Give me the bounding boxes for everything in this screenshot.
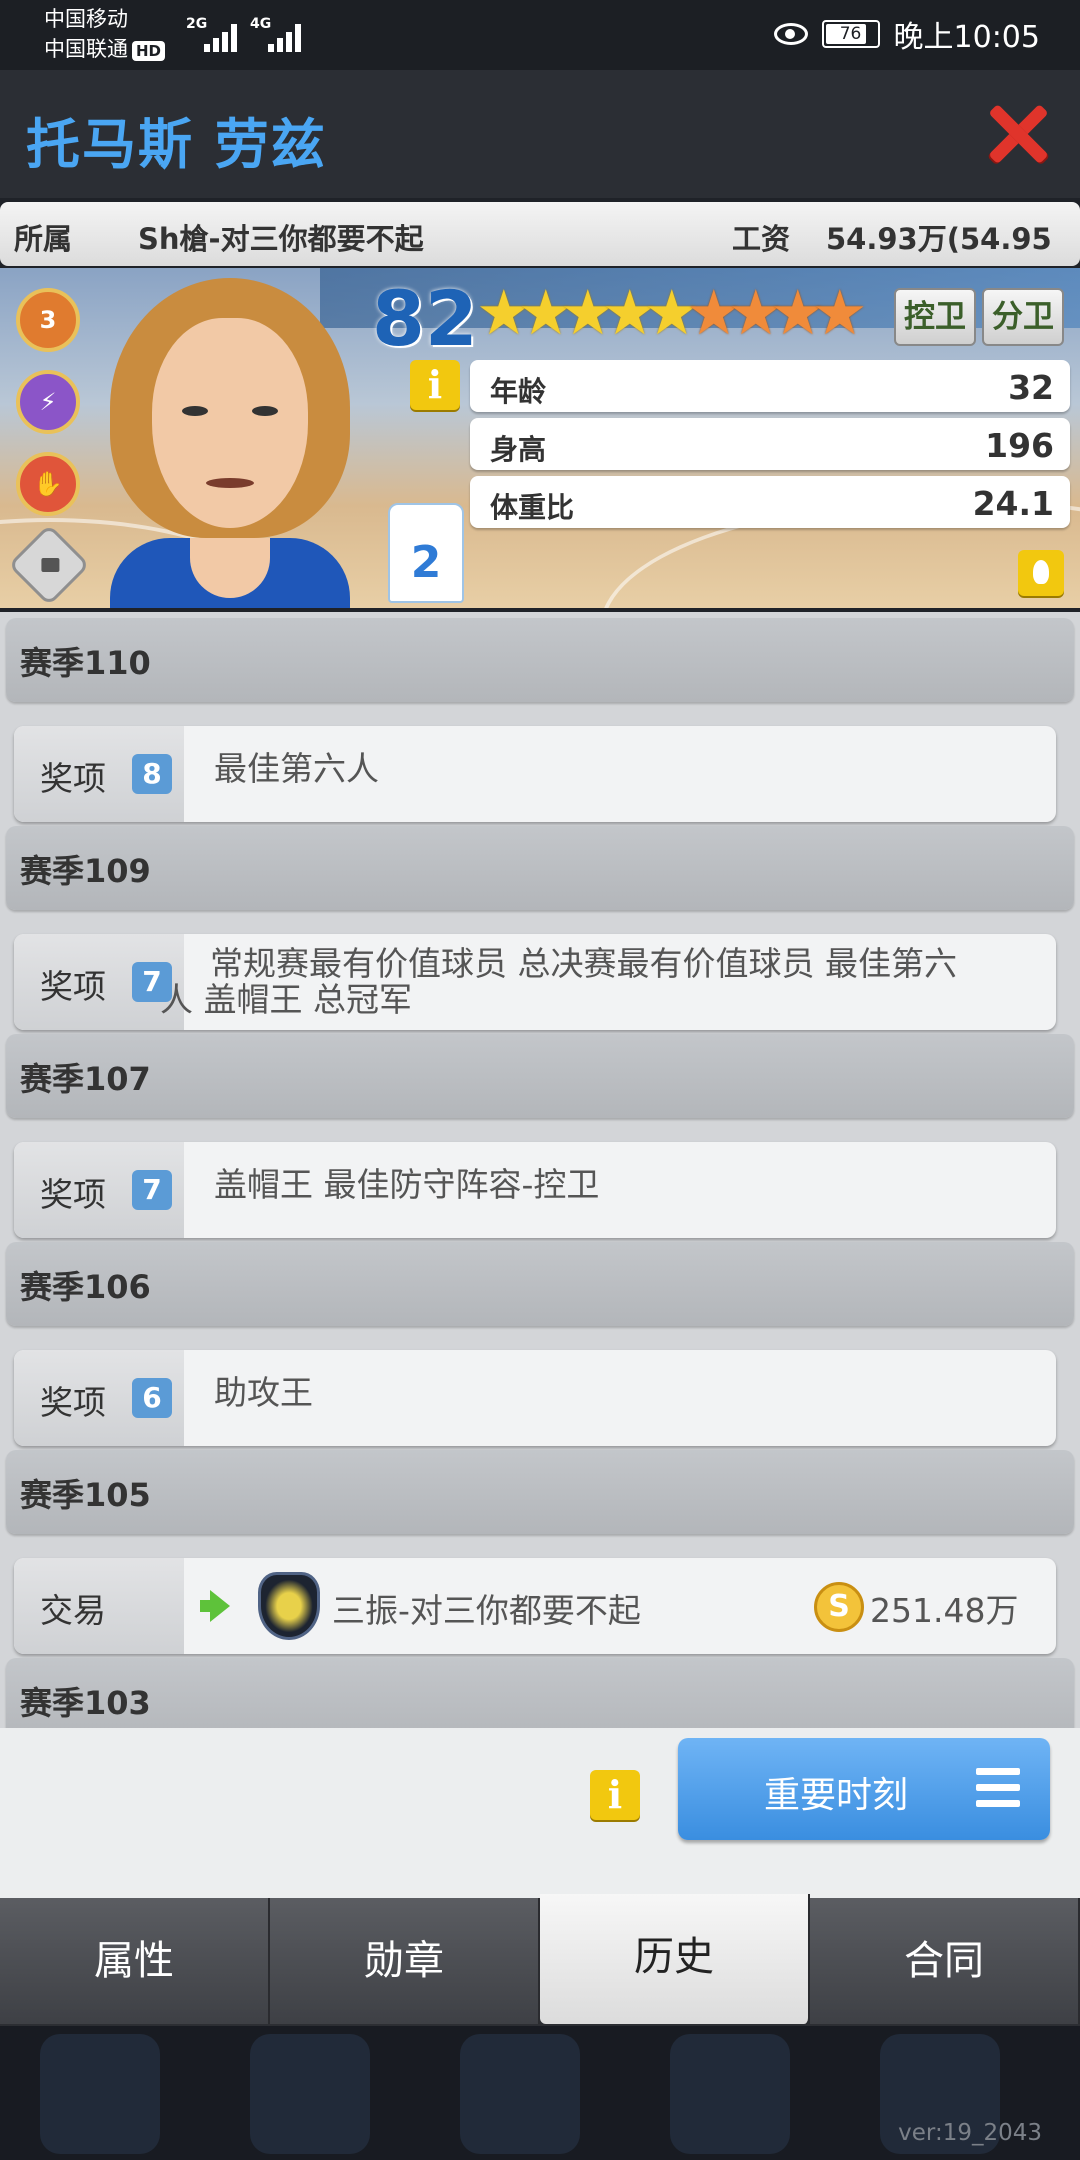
jersey-number: 2 [388,503,464,603]
info-icon[interactable]: i [410,360,460,410]
tab-attributes[interactable]: 属性 [0,1898,270,2024]
carrier-info: 中国移动 中国联通 HD [44,4,166,64]
star-icon: ★ [476,276,532,349]
position-badge-pg: 控卫 [894,288,976,346]
transfer-arrow-icon [210,1590,230,1622]
season-header: 赛季106 [6,1242,1074,1326]
nav-icon [460,2034,580,2154]
player-name: 托马斯 劳兹 [26,113,327,176]
award-text: 常规赛最有价值球员 总决赛最有价值球员 最佳第六人 盖帽王 总冠军 [160,944,957,1019]
stat-label: 体重比 [490,491,575,524]
star-icon: ★ [560,276,616,349]
stat-weight-ratio: 体重比 24.1 [470,476,1070,528]
level-medal-icon[interactable]: 3 [16,288,80,352]
season-header: 赛季107 [6,1034,1074,1118]
nav-icon [40,2034,160,2154]
season-header: 赛季110 [6,618,1074,702]
tab-history[interactable]: 历史 [540,1894,810,2024]
tab-bar: 属性 勋章 历史 合同 [0,1894,1080,2026]
fire-icon[interactable] [1018,550,1064,596]
nav-icon [250,2034,370,2154]
star-icon: ★ [812,276,868,349]
overall-rating: 82 [372,274,478,363]
stat-label: 身高 [490,433,547,466]
award-text: 最佳第六人 [214,749,379,788]
eye-comfort-icon [773,23,808,45]
status-bar: 中国移动 中国联通 HD 2G 4G 76 晚上10:05 [0,0,1080,70]
stat-height: 身高 196 [470,418,1070,470]
coin-icon: S [814,1582,864,1632]
star-icon: ★ [686,276,742,349]
stat-value: 32 [1008,368,1054,407]
bottom-nav-footer: ver:19_2043 [0,2026,1080,2160]
history-info-icon[interactable]: i [590,1770,640,1820]
history-row-award: 奖项 7 常规赛最有价值球员 总决赛最有价值球员 最佳第六人 盖帽王 总冠军 [14,934,1056,1030]
medal-level: 3 [39,306,57,334]
carrier-1: 中国移动 [44,7,128,31]
tab-contract[interactable]: 合同 [810,1898,1080,2024]
history-list[interactable]: 赛季110 奖项 8 最佳第六人 赛季109 奖项 7 常规赛最有价值球员 总决… [0,612,1080,1728]
hd-badge: HD [132,41,166,61]
history-row-award: 奖项 8 最佳第六人 [14,726,1056,822]
stat-label: 年龄 [490,375,547,408]
award-text: 盖帽王 最佳防守阵容-控卫 [214,1165,600,1204]
season-header: 赛季105 [6,1450,1074,1534]
row-type-label: 奖项 [40,967,106,1006]
star-icon: ★ [728,276,784,349]
stat-value: 24.1 [972,484,1054,523]
carrier-2: 中国联通 [44,37,128,61]
trade-team-name: 三振-对三你都要不起 [332,1591,641,1630]
battery-level: 76 [839,24,862,44]
player-card: 3 ⚡ ✋ 2 82 ★ ★ ★ ★ ★ ★ ★ ★ ★ 控卫 分卫 i 年龄 32 身高 19… [0,268,1080,608]
lightning-medal-icon[interactable]: ⚡ [16,370,80,434]
salary-label: 工资 [732,222,791,256]
trade-amount: 251.48万 [870,1591,1019,1630]
shooter-medal-icon[interactable]: ✋ [16,452,80,516]
award-count-badge: 7 [132,1170,172,1210]
star-icon: ★ [518,276,574,349]
star-icon: ★ [644,276,700,349]
stat-age: 年龄 32 [470,360,1070,412]
row-type-label: 交易 [40,1591,106,1630]
team-label: 所属 [14,222,73,256]
award-count-badge: 8 [132,754,172,794]
team-logo-icon [258,1572,320,1640]
battery-icon: 76 [821,20,880,48]
history-row-award: 奖项 6 助攻王 [14,1350,1056,1446]
key-moments-button[interactable]: 重要时刻 [678,1738,1050,1840]
star-rating: ★ ★ ★ ★ ★ ★ ★ ★ ★ [476,276,868,349]
row-type-label: 奖项 [40,759,106,798]
team-salary-bar: 所属 Sh槍-对三你都要不起 工资 54.93万(54.95万) [0,202,1080,298]
history-row-trade[interactable]: 交易 三振-对三你都要不起 S 251.48万 [14,1558,1056,1654]
status-right: 76 晚上10:05 [773,12,1040,56]
star-icon: ★ [770,276,826,349]
position-badge-sg: 分卫 [982,288,1064,346]
tab-badges[interactable]: 勋章 [270,1898,540,2024]
star-icon: ★ [602,276,658,349]
title-bar: 托马斯 劳兹 [0,70,1080,198]
clock: 晚上10:05 [893,20,1040,55]
player-portrait [90,278,370,608]
row-type-label: 奖项 [40,1175,106,1214]
team-name: Sh槍-对三你都要不起 [138,222,424,256]
history-row-award: 奖项 7 盖帽王 最佳防守阵容-控卫 [14,1142,1056,1238]
nav-icon [670,2034,790,2154]
season-header: 赛季109 [6,826,1074,910]
award-count-badge: 6 [132,1378,172,1418]
version-label: ver:19_2043 [898,2120,1042,2146]
signal-icon [268,18,312,52]
row-type-label: 奖项 [40,1383,106,1422]
menu-icon [976,1768,1020,1808]
close-button[interactable] [986,102,1050,166]
season-header: 赛季103 [6,1658,1074,1728]
stat-value: 196 [985,426,1054,465]
award-text: 助攻王 [214,1373,313,1412]
key-moments-label: 重要时刻 [764,1775,909,1816]
signal-icon [204,18,248,52]
action-area: i 重要时刻 [0,1728,1080,1898]
